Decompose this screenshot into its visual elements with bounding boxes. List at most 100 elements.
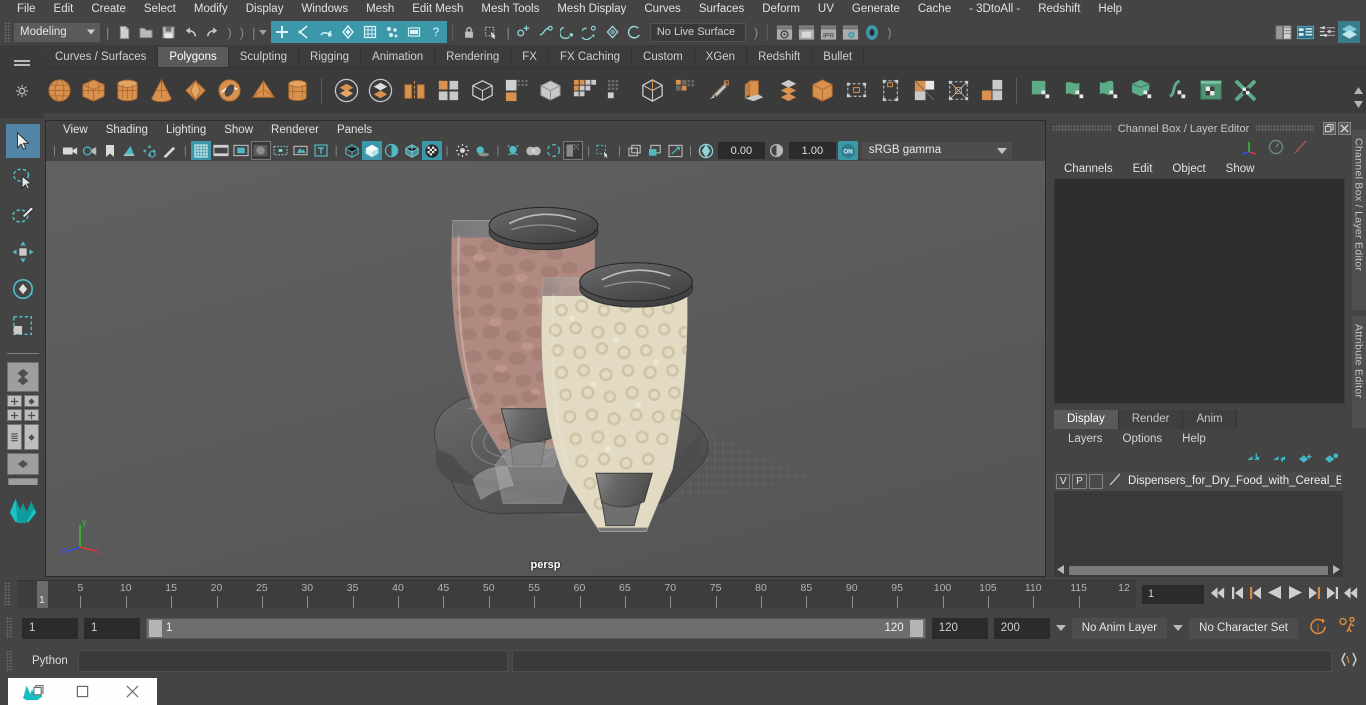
menu-help[interactable]: Help <box>1089 0 1131 19</box>
outliner-persp-layout-button[interactable] <box>6 424 39 450</box>
scroll-down-arrow-icon[interactable] <box>1354 99 1363 111</box>
shelf-tab-polygons[interactable]: Polygons <box>158 47 229 67</box>
select-by-component-icon[interactable] <box>315 21 338 43</box>
uv-editor-icon[interactable] <box>1026 76 1056 106</box>
viewport-menu-panels[interactable]: Panels <box>328 121 381 140</box>
step-back-keyframe-icon[interactable] <box>1231 586 1245 603</box>
render-settings-icon[interactable] <box>839 21 861 43</box>
ao-icon[interactable] <box>503 141 523 160</box>
color-management-toggle-icon[interactable] <box>563 141 584 160</box>
smooth-shade-icon[interactable] <box>361 141 382 160</box>
construction-history-delete-icon[interactable] <box>580 21 602 43</box>
shadows-icon[interactable] <box>472 141 492 160</box>
open-scene-icon[interactable] <box>135 21 157 43</box>
shelf-tab-fx-caching[interactable]: FX Caching <box>548 47 633 67</box>
menu-edit[interactable]: Edit <box>45 0 83 19</box>
character-set-selector[interactable]: No Character Set <box>1189 617 1298 639</box>
viewport-menu-renderer[interactable]: Renderer <box>262 121 328 140</box>
play-backwards-icon[interactable] <box>1267 585 1283 603</box>
move-layer-down-icon[interactable] <box>1272 452 1287 467</box>
viewport-menu-show[interactable]: Show <box>215 121 262 140</box>
wireframe-icon[interactable] <box>342 141 362 160</box>
combine-icon[interactable] <box>331 76 361 106</box>
menu-mesh-tools[interactable]: Mesh Tools <box>472 0 548 19</box>
shelf-tab-custom[interactable]: Custom <box>632 47 695 67</box>
camera-attributes-icon[interactable] <box>80 141 100 160</box>
shelf-tab-curves-surfaces[interactable]: Curves / Surfaces <box>44 47 159 67</box>
save-scene-icon[interactable] <box>157 21 179 43</box>
statusline-grip[interactable] <box>4 22 11 42</box>
shelf-tab-animation[interactable]: Animation <box>361 47 436 67</box>
target-weld-icon[interactable] <box>875 76 905 106</box>
restore-window-icon[interactable] <box>58 678 108 705</box>
sidetab-attribute-editor[interactable]: Attribute Editor <box>1351 316 1366 428</box>
motion-blur-icon[interactable] <box>523 141 543 160</box>
resolution-gate-icon[interactable] <box>231 141 251 160</box>
make-live-icon[interactable] <box>624 21 646 43</box>
channel-box-content[interactable] <box>1054 178 1345 405</box>
layer-menu-layers[interactable]: Layers <box>1058 433 1113 445</box>
menu-windows[interactable]: Windows <box>292 0 357 19</box>
ipr-render-icon[interactable]: IPR <box>817 21 839 43</box>
animation-end-time-field[interactable]: 200 <box>993 617 1050 639</box>
move-tool-button[interactable] <box>6 235 40 269</box>
menu-3dtoall[interactable]: - 3DtoAll - <box>960 0 1029 19</box>
scroll-left-arrow-icon[interactable] <box>1054 564 1068 577</box>
append-polygon-icon[interactable] <box>841 76 871 106</box>
uv-automatic-icon[interactable] <box>1128 76 1158 106</box>
separate-icon[interactable] <box>365 76 395 106</box>
range-left-handle[interactable] <box>149 619 162 637</box>
undo-icon[interactable] <box>179 21 201 43</box>
layer-list-horizontal-scrollbar[interactable] <box>1054 564 1343 578</box>
channel-box-icon[interactable] <box>1338 21 1360 43</box>
scroll-up-arrow-icon[interactable] <box>1354 85 1363 97</box>
poly-booleans-icon[interactable] <box>433 76 463 106</box>
color-management-icon[interactable]: ON <box>837 141 858 160</box>
menu-display[interactable]: Display <box>237 0 293 19</box>
command-input-field[interactable] <box>78 650 508 672</box>
table-row[interactable]: V P Dispensers_for_Dry_Food_with_Cereal_… <box>1054 471 1343 491</box>
close-window-icon[interactable] <box>107 678 157 705</box>
bookmark-icon[interactable] <box>100 141 120 160</box>
crease-icon[interactable] <box>909 76 939 106</box>
insert-edge-loop-icon[interactable] <box>705 76 735 106</box>
add-divisions-icon[interactable] <box>773 76 803 106</box>
bevel-icon[interactable] <box>535 76 565 106</box>
input-output-connections-icon[interactable] <box>602 21 624 43</box>
viewport-menu-shading[interactable]: Shading <box>97 121 157 140</box>
menu-mesh-display[interactable]: Mesh Display <box>548 0 635 19</box>
range-row-grip[interactable] <box>6 617 13 639</box>
menu-create[interactable]: Create <box>82 0 135 19</box>
poly-cylinder-icon[interactable] <box>112 76 142 106</box>
auto-keyframe-icon[interactable]: | <box>1308 617 1328 639</box>
anim-layer-selector[interactable]: No Anim Layer <box>1071 617 1168 639</box>
gamma-field[interactable]: 1.00 <box>788 142 836 159</box>
shelf-tab-rendering[interactable]: Rendering <box>435 47 512 67</box>
lights-icon[interactable] <box>452 141 472 160</box>
menu-modify[interactable]: Modify <box>185 0 237 19</box>
gamma-icon[interactable] <box>767 141 787 160</box>
layer-name[interactable]: Dispensers_for_Dry_Food_with_Cereal_Blä <box>1128 475 1341 487</box>
xray-joints-icon[interactable] <box>625 141 645 160</box>
render-current-frame-icon[interactable] <box>773 21 795 43</box>
reduce-icon[interactable] <box>977 76 1007 106</box>
poly-sphere-icon[interactable] <box>44 76 74 106</box>
menu-deform[interactable]: Deform <box>753 0 809 19</box>
select-camera-icon[interactable] <box>60 141 80 160</box>
step-forward-keyframe-icon[interactable] <box>1325 586 1339 603</box>
quad-draw-icon[interactable] <box>637 76 667 106</box>
step-back-frame-icon[interactable] <box>1249 586 1263 603</box>
poly-cone-icon[interactable] <box>146 76 176 106</box>
wireframe-on-shaded-icon[interactable] <box>402 141 422 160</box>
layer-menu-help[interactable]: Help <box>1172 433 1216 445</box>
channel-menu-object[interactable]: Object <box>1162 163 1215 175</box>
aa-icon[interactable] <box>543 141 563 160</box>
tab-display-layers[interactable]: Display <box>1054 409 1119 429</box>
layer-reference-toggle[interactable] <box>1088 473 1104 489</box>
current-frame-field[interactable]: 1 <box>1142 584 1204 604</box>
viewport-menu-lighting[interactable]: Lighting <box>157 121 215 140</box>
panel-grip-left[interactable] <box>1052 125 1112 133</box>
isolate-select-icon[interactable] <box>594 141 614 160</box>
xray-icon[interactable] <box>291 141 311 160</box>
step-forward-frame-icon[interactable] <box>1307 586 1321 603</box>
